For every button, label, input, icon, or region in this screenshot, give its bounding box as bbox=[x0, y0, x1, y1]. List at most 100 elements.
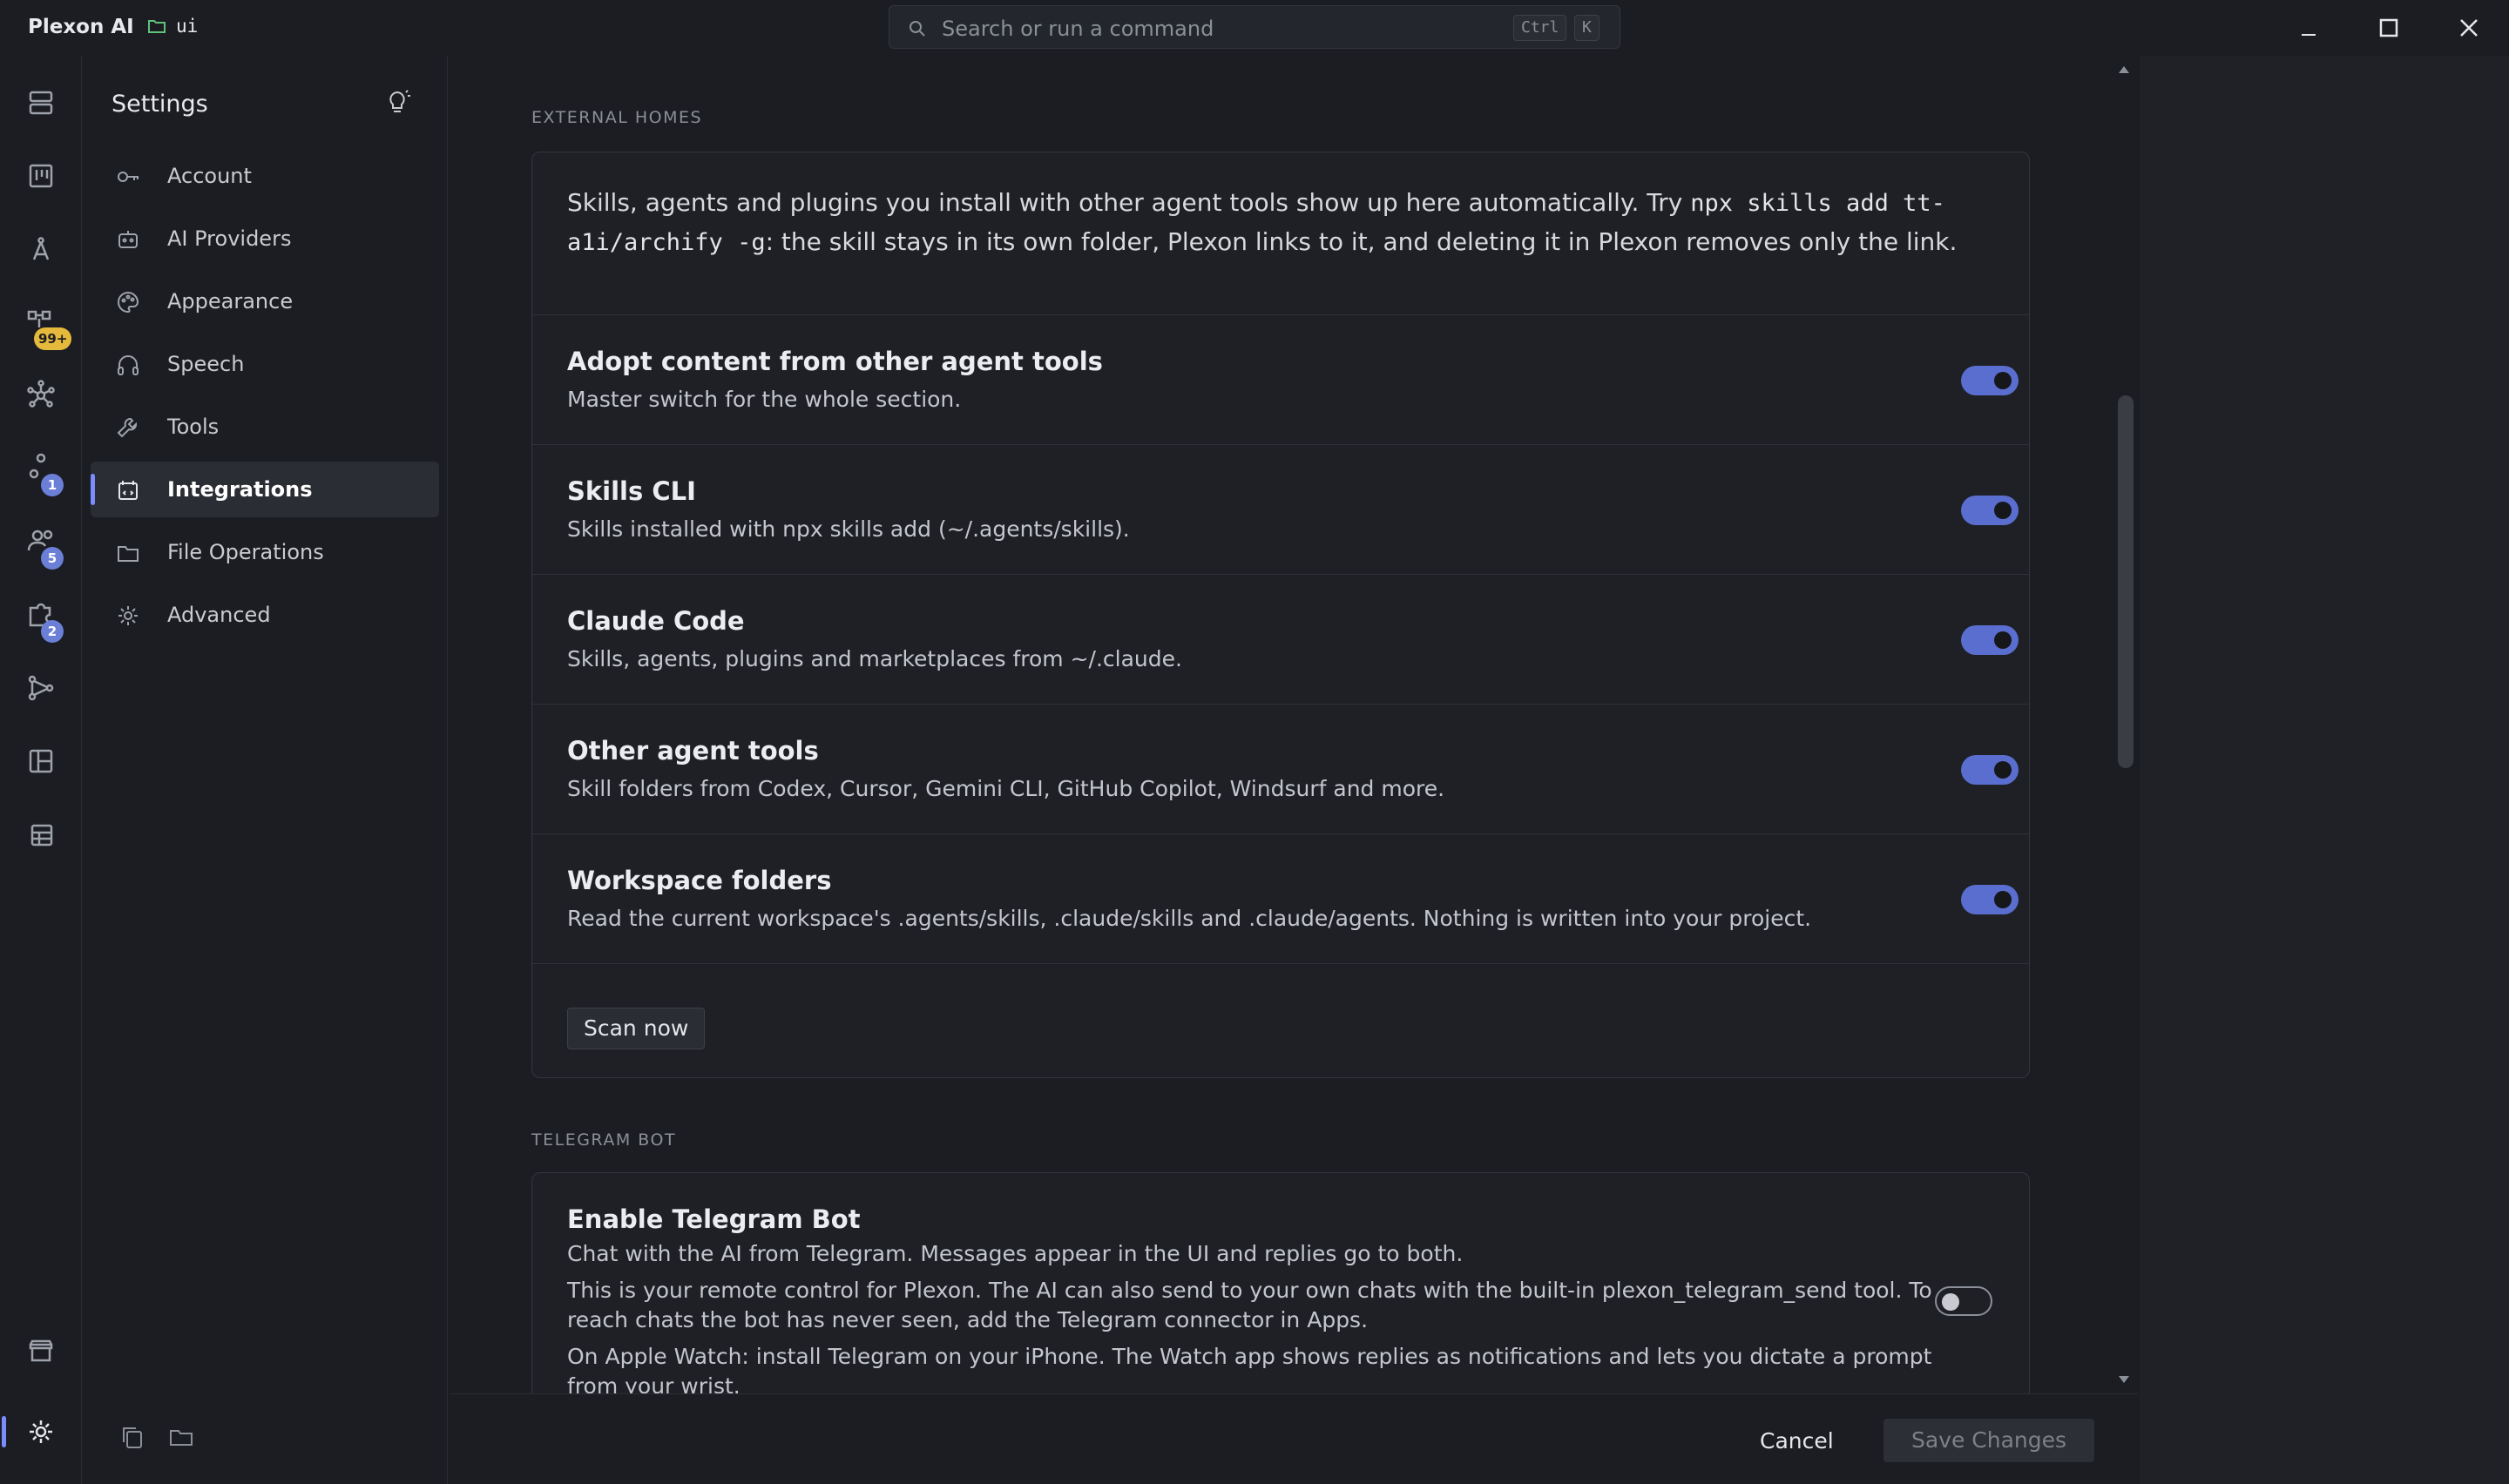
setting-title: Adopt content from other agent tools bbox=[567, 347, 1103, 376]
rail-store[interactable] bbox=[20, 1331, 62, 1373]
close-icon bbox=[2460, 19, 2478, 37]
telegram-bot-toggle[interactable] bbox=[1935, 1286, 1992, 1316]
sidebar-item-advanced[interactable]: Advanced bbox=[91, 587, 439, 643]
scroll-thumb[interactable] bbox=[2118, 395, 2134, 768]
robot-icon bbox=[118, 231, 138, 248]
minimize-button[interactable] bbox=[2288, 7, 2330, 49]
activity-rail: 99+ 1 5 2 bbox=[0, 56, 82, 1484]
scroll-up-icon[interactable] bbox=[2115, 61, 2133, 78]
layout-icon bbox=[29, 749, 53, 773]
network-icon bbox=[27, 380, 55, 408]
shortcut-ctrl-key: Ctrl bbox=[1513, 15, 1567, 41]
settings-footer: Cancel Save Changes bbox=[450, 1393, 2138, 1484]
sidebar-item-tools[interactable]: Tools bbox=[91, 399, 439, 455]
headphones-icon bbox=[118, 355, 139, 375]
adopt-toggle[interactable] bbox=[1961, 366, 2019, 395]
rail-git[interactable]: 1 bbox=[20, 448, 64, 496]
palette-icon bbox=[118, 291, 139, 314]
toggle-knob bbox=[1994, 631, 2012, 649]
settings-sidebar: Settings Account AI Providers Appearance… bbox=[84, 56, 448, 1484]
intro-text-after: : the skill stays in its own folder, Ple… bbox=[765, 227, 1958, 256]
telegram-remote-control-note: This is your remote control for Plexon. … bbox=[567, 1278, 1932, 1332]
setting-title: Other agent tools bbox=[567, 736, 819, 766]
scroll-down-icon[interactable] bbox=[2115, 1371, 2133, 1388]
gear-icon bbox=[118, 606, 138, 625]
rail-sessions[interactable] bbox=[20, 82, 62, 124]
sidebar-item-label: AI Providers bbox=[167, 226, 292, 251]
app-name: Plexon AI bbox=[28, 16, 134, 38]
maximize-icon bbox=[2379, 18, 2398, 37]
external-homes-intro: Skills, agents and plugins you install w… bbox=[567, 184, 1996, 262]
key-icon bbox=[118, 172, 139, 182]
minimize-icon bbox=[2302, 34, 2316, 36]
setting-row-skills-cli: Skills CLI Skills installed with npx ski… bbox=[532, 444, 2029, 573]
sidebar-item-label: Tools bbox=[167, 415, 220, 439]
rail-layout[interactable] bbox=[20, 740, 62, 782]
rail-compass[interactable] bbox=[20, 228, 62, 270]
rail-network[interactable] bbox=[20, 374, 62, 416]
plugins-badge: 2 bbox=[41, 620, 64, 643]
kanban-icon bbox=[29, 164, 53, 188]
rail-pipelines[interactable] bbox=[20, 667, 62, 709]
toggle-knob bbox=[1994, 372, 2012, 389]
save-changes-button[interactable]: Save Changes bbox=[1883, 1419, 2094, 1462]
workspace-folders-toggle[interactable] bbox=[1961, 885, 2019, 914]
command-search[interactable]: Search or run a command Ctrl K bbox=[889, 5, 1620, 49]
sidebar-item-label: Speech bbox=[167, 352, 245, 376]
rail-settings[interactable] bbox=[20, 1411, 62, 1453]
setting-row-adopt: Adopt content from other agent tools Mas… bbox=[532, 314, 2029, 443]
folder-icon bbox=[148, 20, 166, 33]
stack-icon bbox=[29, 91, 53, 115]
rail-plugins[interactable]: 2 bbox=[20, 594, 64, 643]
workflows-badge: 99+ bbox=[34, 327, 72, 350]
scan-now-button[interactable]: Scan now bbox=[567, 1008, 706, 1049]
setting-description: Skills, agents, plugins and marketplaces… bbox=[567, 646, 1182, 671]
close-button[interactable] bbox=[2448, 7, 2490, 49]
rail-workflows[interactable]: 99+ bbox=[20, 301, 72, 350]
telegram-card: Enable Telegram Bot Chat with the AI fro… bbox=[531, 1172, 2030, 1393]
maximize-button[interactable] bbox=[2368, 7, 2410, 49]
settings-content: EXTERNAL HOMES Skills, agents and plugin… bbox=[450, 56, 2138, 1393]
setting-description: Skills installed with npx skills add (~/… bbox=[567, 516, 1130, 542]
skills-cli-toggle[interactable] bbox=[1961, 496, 2019, 525]
section-label-telegram: TELEGRAM BOT bbox=[531, 1130, 677, 1150]
claude-code-toggle[interactable] bbox=[1961, 625, 2019, 655]
sidebar-item-ai-providers[interactable]: AI Providers bbox=[91, 211, 439, 266]
rail-agents[interactable]: 5 bbox=[20, 521, 64, 570]
shortcut-k-key: K bbox=[1574, 15, 1599, 41]
rail-data[interactable] bbox=[20, 813, 62, 855]
title-bar: Plexon AI ui Search or run a command Ctr… bbox=[0, 0, 2509, 56]
toggle-knob bbox=[1994, 502, 2012, 519]
sidebar-item-account[interactable]: Account bbox=[91, 148, 439, 204]
rail-board[interactable] bbox=[20, 155, 62, 197]
lightbulb-icon[interactable] bbox=[382, 87, 413, 118]
sidebar-item-label: File Operations bbox=[167, 540, 324, 564]
other-tools-toggle[interactable] bbox=[1961, 755, 2019, 785]
setting-description: Master switch for the whole section. bbox=[567, 387, 962, 412]
compass-tool-icon bbox=[32, 237, 50, 260]
workspace-folder[interactable]: ui bbox=[146, 16, 198, 37]
setting-row-claude-code: Claude Code Skills, agents, plugins and … bbox=[532, 574, 2029, 703]
rail-active-indicator bbox=[2, 1416, 6, 1447]
store-icon bbox=[29, 1339, 53, 1362]
scan-row: Scan now bbox=[532, 963, 2029, 1076]
wrench-icon bbox=[117, 418, 137, 438]
setting-title: Claude Code bbox=[567, 606, 745, 636]
sidebar-item-appearance[interactable]: Appearance bbox=[91, 273, 439, 329]
cancel-button[interactable]: Cancel bbox=[1739, 1420, 1855, 1462]
sidebar-item-integrations[interactable]: Integrations bbox=[91, 462, 439, 517]
right-side-panel bbox=[2140, 56, 2509, 1484]
setting-row-workspace-folders: Workspace folders Read the current works… bbox=[532, 833, 2029, 962]
sidebar-item-label: Advanced bbox=[167, 603, 271, 627]
sidebar-item-file-operations[interactable]: File Operations bbox=[91, 524, 439, 580]
settings-title: Settings bbox=[112, 91, 208, 118]
toggle-knob bbox=[1994, 761, 2012, 779]
open-folder-icon[interactable] bbox=[166, 1421, 197, 1453]
git-badge: 1 bbox=[41, 474, 64, 496]
sidebar-item-speech[interactable]: Speech bbox=[91, 336, 439, 392]
copy-icon[interactable] bbox=[117, 1421, 148, 1453]
setting-row-other-tools: Other agent tools Skill folders from Cod… bbox=[532, 704, 2029, 833]
pipeline-icon bbox=[28, 675, 54, 701]
toggle-knob bbox=[1994, 891, 2012, 908]
telegram-title: Enable Telegram Bot bbox=[567, 1204, 861, 1234]
